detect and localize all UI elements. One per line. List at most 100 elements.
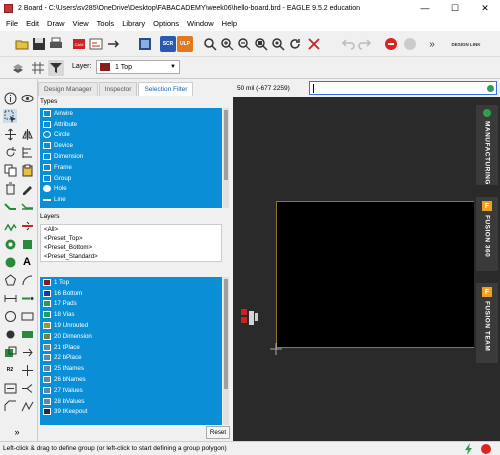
menu-window[interactable]: Window	[183, 19, 218, 28]
types-scrollbar[interactable]	[223, 108, 229, 208]
change-icon[interactable]	[20, 181, 34, 195]
layer-row[interactable]: 26 bNames	[40, 374, 222, 385]
preset-item[interactable]: <All>	[41, 225, 221, 234]
tab-selection-filter[interactable]: Selection Filter	[138, 82, 194, 96]
menu-view[interactable]: View	[69, 19, 93, 28]
via-icon[interactable]	[3, 237, 17, 251]
print-icon[interactable]	[48, 36, 64, 52]
layer-row[interactable]: 18 Vias	[40, 309, 222, 320]
list-item[interactable]: Hole	[40, 184, 222, 195]
layer-row[interactable]: 22 bPlace	[40, 353, 222, 364]
board-canvas[interactable]	[233, 97, 474, 441]
board-components[interactable]	[239, 303, 261, 333]
stop-icon[interactable]	[383, 36, 399, 52]
list-item[interactable]: Frame	[40, 162, 222, 173]
layer-row[interactable]: 28 bValues	[40, 396, 222, 407]
menu-file[interactable]: File	[2, 19, 22, 28]
zoom-last-icon[interactable]	[270, 36, 286, 52]
menu-help[interactable]: Help	[218, 19, 241, 28]
scrollbar-thumb[interactable]	[224, 279, 228, 389]
optimize-icon[interactable]	[20, 399, 34, 413]
copy-icon[interactable]	[3, 163, 17, 177]
open-icon[interactable]	[14, 36, 30, 52]
circle-icon[interactable]	[3, 309, 17, 323]
value-icon[interactable]	[20, 363, 34, 377]
redraw-icon[interactable]	[287, 36, 303, 52]
name-icon[interactable]: R2	[3, 363, 17, 377]
layer-row[interactable]: 1 Top	[40, 277, 222, 288]
list-item[interactable]: Line	[40, 194, 222, 205]
menu-edit[interactable]: Edit	[22, 19, 43, 28]
menu-tools[interactable]: Tools	[93, 19, 119, 28]
menu-library[interactable]: Library	[118, 19, 149, 28]
fusion-360-panel[interactable]: F FUSION 360	[476, 197, 498, 271]
list-item[interactable]: Group	[40, 173, 222, 184]
scrollbar-thumb[interactable]	[224, 110, 228, 180]
go-icon[interactable]	[402, 36, 418, 52]
layer-row[interactable]: 21 tPlace	[40, 342, 222, 353]
maximize-button[interactable]: ☐	[440, 0, 470, 16]
layer-row[interactable]: 25 tNames	[40, 363, 222, 374]
lightning-icon[interactable]	[464, 443, 474, 455]
minimize-button[interactable]: —	[410, 0, 440, 16]
tab-inspector[interactable]: Inspector	[98, 82, 138, 96]
manufacturing-panel[interactable]: MANUFACTURING	[476, 105, 498, 185]
ulp-button[interactable]: ULP	[177, 36, 193, 52]
hole-icon[interactable]	[3, 327, 17, 341]
list-item[interactable]: Circle	[40, 130, 222, 141]
stop-icon[interactable]	[481, 444, 491, 454]
line-icon[interactable]	[20, 291, 34, 305]
filter-icon[interactable]	[48, 60, 64, 76]
save-icon[interactable]	[31, 36, 47, 52]
preset-item[interactable]: <Preset_Bottom>	[41, 243, 221, 252]
fusion-team-panel[interactable]: F FUSION TEAM	[476, 283, 498, 363]
layer-row[interactable]: 20 Dimension	[40, 331, 222, 342]
switch-icon[interactable]	[105, 36, 121, 52]
layer-row[interactable]: 19 Unrouted	[40, 320, 222, 331]
redo-icon[interactable]	[357, 36, 373, 52]
undo-icon[interactable]	[340, 36, 356, 52]
toolbar-more-icon[interactable]: »	[424, 36, 440, 52]
miter-icon[interactable]	[3, 399, 17, 413]
command-input[interactable]	[309, 81, 497, 95]
replace-icon[interactable]	[3, 381, 17, 395]
list-item[interactable]: Attribute	[40, 119, 222, 130]
text-icon[interactable]: A	[20, 255, 34, 269]
group-icon[interactable]	[3, 345, 17, 359]
layer-row[interactable]: 27 tValues	[40, 385, 222, 396]
move-icon[interactable]	[3, 127, 17, 141]
rotate-icon[interactable]	[3, 145, 17, 159]
attribute-icon[interactable]	[20, 327, 34, 341]
menu-draw[interactable]: Draw	[43, 19, 69, 28]
cam-processor-icon[interactable]: CAM	[71, 36, 87, 52]
polygon-icon[interactable]	[3, 273, 17, 287]
menu-options[interactable]: Options	[149, 19, 183, 28]
layer-row[interactable]: 16 Bottom	[40, 288, 222, 299]
paste-icon[interactable]	[20, 163, 34, 177]
select-icon[interactable]	[3, 109, 17, 123]
script-button[interactable]: SCR	[160, 36, 176, 52]
close-button[interactable]: ✕	[470, 0, 500, 16]
layer-settings-icon[interactable]	[10, 60, 26, 76]
board-icon[interactable]	[88, 36, 104, 52]
design-link-button[interactable]: DESIGN LINK	[446, 36, 486, 52]
align-icon[interactable]	[20, 145, 34, 159]
smash-icon[interactable]	[20, 345, 34, 359]
dimension-icon[interactable]	[3, 291, 17, 305]
preset-item[interactable]: <Preset_Standard>	[41, 252, 221, 261]
grid-icon[interactable]	[30, 60, 46, 76]
route-multiple-icon[interactable]	[20, 201, 34, 215]
command-go-icon[interactable]	[487, 85, 494, 92]
meander-icon[interactable]	[3, 219, 17, 233]
mirror-icon[interactable]	[20, 127, 34, 141]
rectangle-icon[interactable]	[20, 309, 34, 323]
ripup-icon[interactable]	[20, 219, 34, 233]
reset-button[interactable]: Reset	[206, 426, 230, 439]
layer-row[interactable]: 39 tKeepout	[40, 407, 222, 418]
zoom-select-icon[interactable]	[253, 36, 269, 52]
polygon-fill-icon[interactable]	[20, 237, 34, 251]
tools-more-icon[interactable]: »	[10, 425, 24, 439]
list-item[interactable]: Device	[40, 140, 222, 151]
zoom-out-icon[interactable]	[236, 36, 252, 52]
eye-icon[interactable]	[20, 91, 34, 105]
